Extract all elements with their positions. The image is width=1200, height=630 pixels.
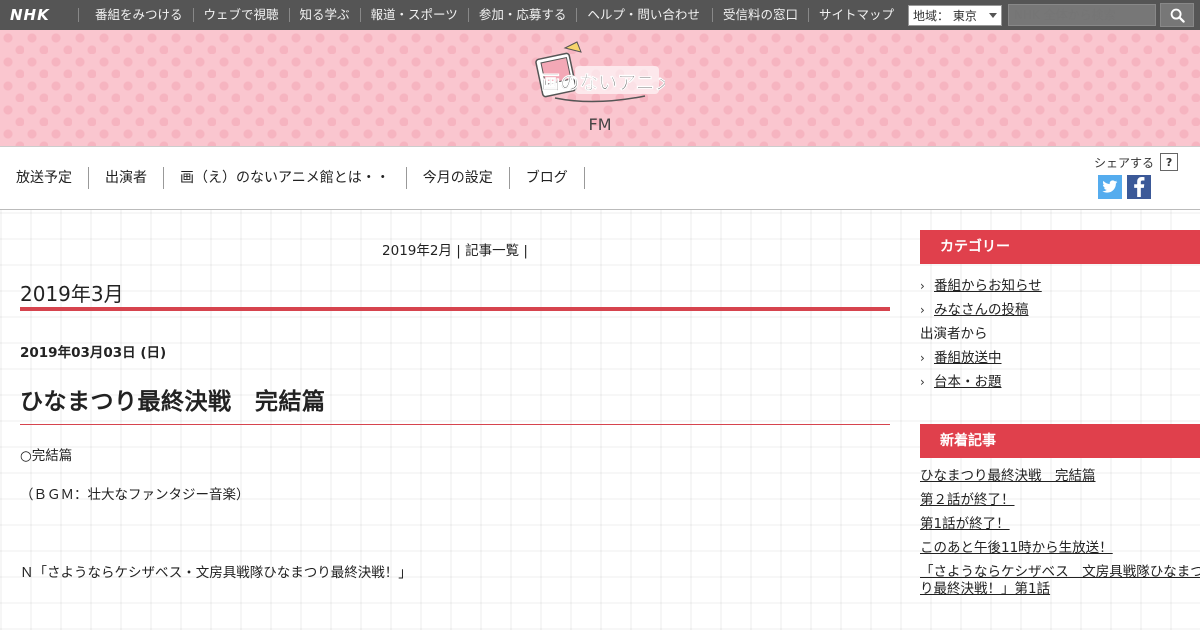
twitter-share-button[interactable]: [1098, 175, 1122, 199]
post-paragraph: （ＢＧＭ：壮大なファンタジー音楽）: [20, 487, 250, 503]
program-nav-list: 放送予定 出演者 画（え）のないアニメ館とは・・ 今月の設定 ブログ: [0, 167, 585, 189]
content-area: 2019年2月 | 記事一覧 | 2019年3月 2019年03月03日 (日)…: [0, 210, 1200, 630]
share-help-button[interactable]: ?: [1160, 153, 1179, 171]
program-logo-text: 画のないアニメ館: [541, 71, 665, 94]
category-link[interactable]: みなさんの投稿: [934, 300, 1029, 320]
global-nav-learn[interactable]: 知る学ぶ: [288, 8, 360, 22]
category-link[interactable]: 台本・お題: [934, 372, 1002, 392]
global-nav-right: 受信料の窓口 サイトマップ 地域： 東京: [711, 0, 1200, 30]
category-item[interactable]: › 番組放送中: [920, 348, 1200, 372]
nav-schedule[interactable]: 放送予定: [0, 167, 89, 189]
category-item[interactable]: › みなさんの投稿: [920, 300, 1200, 324]
category-label: 出演者から: [920, 326, 988, 342]
nav-about[interactable]: 画（え）のないアニメ館とは・・: [164, 167, 407, 189]
search-icon: [1170, 8, 1185, 23]
chevron-right-icon: ›: [920, 375, 925, 389]
category-list: › 番組からお知らせ › みなさんの投稿 出演者から › 番組放送中 › 台本・お題: [920, 276, 1200, 396]
sitemap-link[interactable]: サイトマップ: [807, 8, 904, 22]
global-nav-help[interactable]: ヘルプ・問い合わせ: [576, 8, 710, 22]
global-nav-find-programs[interactable]: 番組をみつける: [78, 8, 193, 22]
global-nav-watch-web[interactable]: ウェブで視聴: [192, 8, 289, 22]
nav-blog[interactable]: ブログ: [510, 167, 585, 189]
chevron-right-icon: ›: [920, 279, 925, 293]
new-post-link[interactable]: ひなまつり最終決戦 完結篇: [920, 468, 1200, 484]
search-button[interactable]: [1160, 3, 1194, 27]
post-paragraph: Ｎ「さようならケシザベス・文房具戦隊ひなまつり最終決戦！」: [20, 565, 412, 581]
nav-monthly-setting[interactable]: 今月の設定: [407, 167, 510, 189]
chevron-right-icon: ›: [920, 303, 925, 317]
archive-month-heading: 2019年3月: [20, 282, 124, 306]
new-posts-list: ひなまつり最終決戦 完結篇 第２話が終了！ 第1話が終了！ このあと午後11時か…: [920, 468, 1200, 598]
post-paragraph: ○完結篇: [20, 448, 73, 464]
facebook-icon: [1134, 177, 1145, 197]
category-item-static: 出演者から: [920, 324, 1200, 348]
nav-cast[interactable]: 出演者: [89, 167, 164, 189]
chevron-down-icon: [989, 12, 997, 18]
region-select-value: 地域： 東京: [913, 8, 977, 23]
nhk-logo[interactable]: NHK: [0, 0, 78, 30]
program-header: 画のないアニメ館 FM: [0, 30, 1200, 146]
global-nav-bar: NHK 番組をみつける ウェブで視聴 知る学ぶ 報道・スポーツ 参加・応募する …: [0, 0, 1200, 30]
twitter-icon: [1102, 180, 1118, 193]
new-post-link[interactable]: 第1話が終了！: [920, 516, 1200, 532]
post-title[interactable]: ひなまつり最終決戦 完結篇: [20, 382, 326, 416]
month-divider: [20, 307, 890, 311]
new-post-link[interactable]: 第２話が終了！: [920, 492, 1200, 508]
receiving-fee-link[interactable]: 受信料の窓口: [711, 8, 808, 22]
program-logo[interactable]: 画のないアニメ館: [535, 40, 665, 106]
share-area: シェアする ?: [1094, 153, 1179, 171]
global-nav-links: 番組をみつける ウェブで視聴 知る学ぶ 報道・スポーツ 参加・応募する ヘルプ・…: [78, 0, 710, 30]
new-posts-heading: 新着記事: [920, 424, 1200, 458]
facebook-share-button[interactable]: [1127, 175, 1151, 199]
category-link[interactable]: 番組放送中: [934, 348, 1002, 368]
program-nav: 放送予定 出演者 画（え）のないアニメ館とは・・ 今月の設定 ブログ シェアする…: [0, 146, 1200, 210]
share-label: シェアする: [1094, 155, 1155, 170]
pager-links[interactable]: 2019年2月 | 記事一覧 |: [20, 239, 890, 259]
chevron-right-icon: ›: [920, 351, 925, 365]
global-nav-news-sports[interactable]: 報道・スポーツ: [359, 8, 468, 22]
category-link[interactable]: 番組からお知らせ: [934, 276, 1042, 296]
category-item[interactable]: › 番組からお知らせ: [920, 276, 1200, 300]
category-item[interactable]: › 台本・お題: [920, 372, 1200, 396]
new-post-link[interactable]: このあと午後11時から生放送！: [920, 540, 1200, 556]
new-post-link[interactable]: 「さようならケシザベス 文房具戦隊ひなまつり最終決戦！」第1話: [920, 564, 1200, 598]
global-nav-participate[interactable]: 参加・応募する: [467, 8, 577, 22]
region-select[interactable]: 地域： 東京: [908, 4, 1002, 26]
post-date: 2019年03月03日 (日): [20, 345, 167, 361]
station-label: FM: [588, 115, 612, 134]
title-divider: [20, 424, 890, 425]
search-input[interactable]: [1008, 4, 1156, 26]
category-heading: カテゴリー: [920, 230, 1200, 264]
